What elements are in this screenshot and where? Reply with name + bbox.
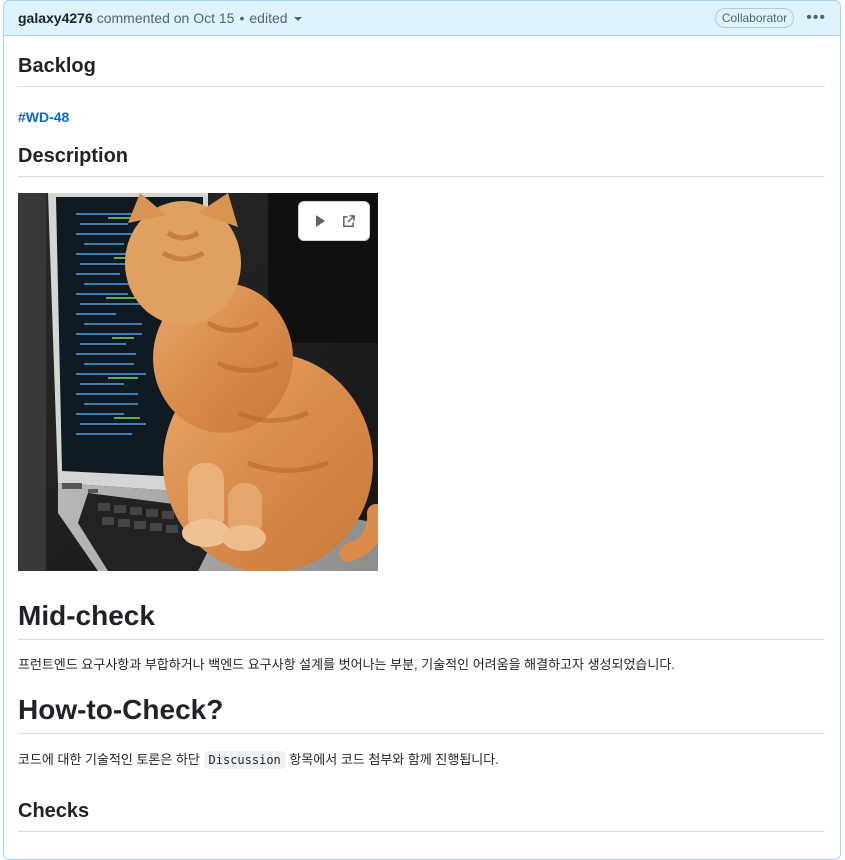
header-separator: • — [239, 10, 245, 26]
midcheck-heading: Mid-check — [18, 599, 825, 640]
edited-dropdown[interactable]: edited — [249, 10, 302, 26]
backlog-issue-link[interactable]: #WD-48 — [18, 109, 69, 125]
kebab-horizontal-icon[interactable]: ••• — [806, 9, 826, 27]
howto-text-before: 코드에 대한 기술적인 토론은 하단 — [18, 752, 200, 767]
collaborator-badge: Collaborator — [714, 8, 795, 28]
comment-header: galaxy4276 commented on Oct 15 • edited … — [4, 1, 840, 36]
comment-action-text: commented on Oct 15 — [96, 10, 235, 26]
howto-description: 코드에 대한 기술적인 토론은 하단 Discussion 항목에서 코드 첨부… — [18, 750, 825, 770]
midcheck-description: 프런트엔드 요구사항과 부합하거나 백엔드 요구사항 설계를 벗어나는 부분, … — [18, 657, 675, 672]
checks-heading: Checks — [18, 798, 825, 832]
comment-body: Backlog #WD-48 Description Mid-check 프런트… — [4, 53, 840, 832]
discussion-code: Discussion — [203, 751, 286, 769]
howto-heading: How-to-Check? — [18, 693, 825, 734]
backlog-heading: Backlog — [18, 53, 825, 87]
description-heading: Description — [18, 143, 825, 177]
comment-box: galaxy4276 commented on Oct 15 • edited … — [3, 0, 841, 860]
kitten-image — [18, 193, 378, 571]
kitten-gif[interactable] — [18, 193, 378, 571]
howto-text-after: 항목에서 코드 첨부와 함께 진행됩니다. — [289, 752, 499, 767]
open-external-icon[interactable] — [338, 210, 360, 232]
author-name[interactable]: galaxy4276 — [18, 10, 93, 26]
media-controls — [298, 201, 370, 241]
edited-label: edited — [249, 10, 288, 26]
play-icon[interactable] — [309, 210, 331, 232]
chevron-down-icon — [293, 17, 302, 21]
